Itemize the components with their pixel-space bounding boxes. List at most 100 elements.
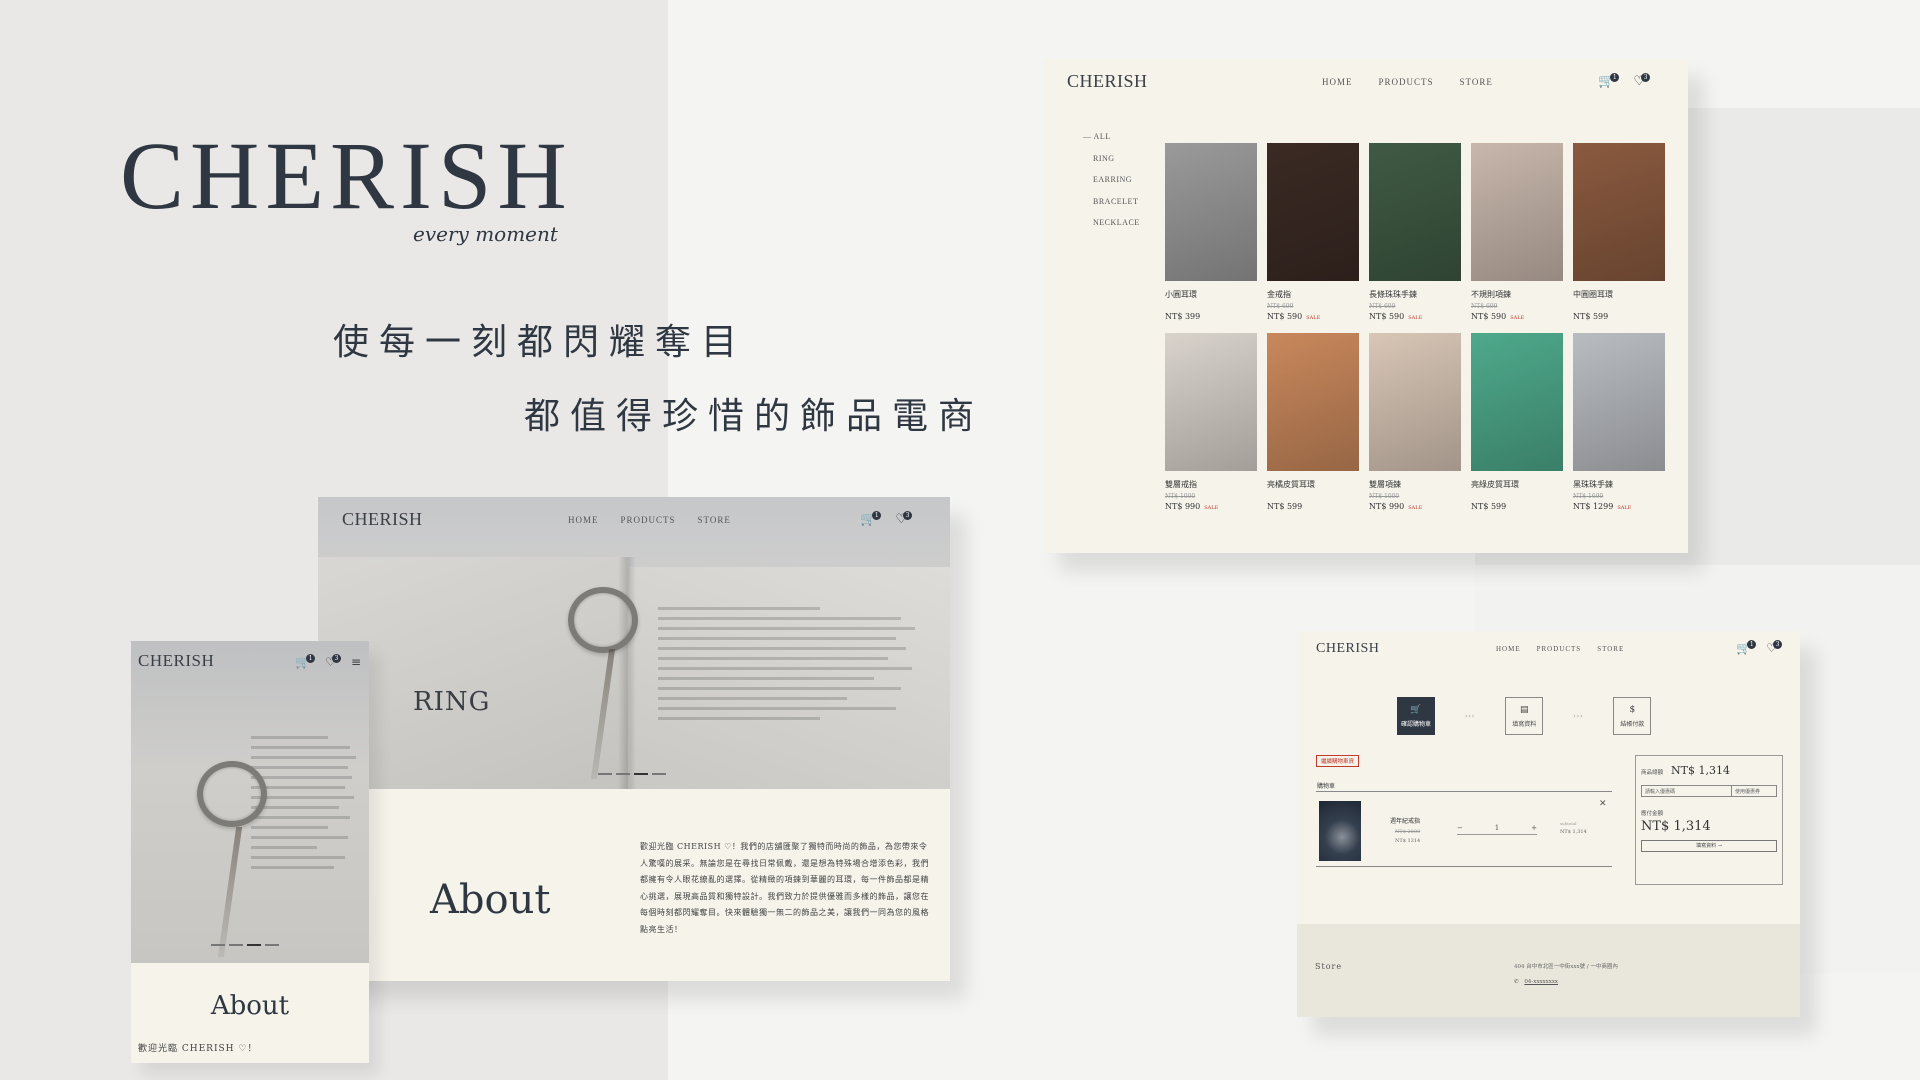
cart-item-image[interactable] — [1319, 801, 1361, 861]
nav-products[interactable]: PRODUCTS — [621, 515, 676, 525]
hero-banner — [318, 497, 950, 789]
footer-address: 404 台中市北區一中街xxx號 / 一中商圈內 — [1514, 964, 1618, 970]
carousel-dot[interactable] — [211, 944, 225, 946]
header-logo[interactable]: CHERISH — [1316, 641, 1379, 657]
carousel-dot[interactable] — [265, 944, 279, 946]
carousel-dot-active[interactable] — [247, 944, 261, 946]
nav-home[interactable]: HOME — [568, 515, 599, 525]
step-info[interactable]: ▤ 填寫資料 — [1505, 697, 1544, 735]
carousel-dot-active[interactable] — [634, 773, 648, 775]
product-image[interactable] — [1165, 333, 1257, 471]
product-old-price — [1471, 493, 1563, 501]
checkout-button[interactable]: 填寫資料 → — [1641, 840, 1777, 852]
product-card[interactable]: 雙層戒指 NT$ 1000 NT$ 990 SALE — [1165, 333, 1257, 511]
continue-shopping-tag[interactable]: 繼續購物車資 — [1316, 755, 1360, 767]
product-image[interactable] — [1267, 143, 1359, 281]
cart-icon[interactable]: 🛒1 — [1598, 73, 1623, 89]
product-card[interactable]: 中圓圈耳環 NT$ 599 — [1573, 143, 1665, 321]
cart-badge: 1 — [1610, 73, 1620, 82]
product-card[interactable]: 雙層項鍊 NT$ 1000 NT$ 990 SALE — [1369, 333, 1461, 511]
product-image[interactable] — [1165, 143, 1257, 281]
products-page-mockup: CHERISH HOME PRODUCTS STORE 🛒1 ♡3 — ALL … — [1043, 59, 1688, 553]
remove-item-button[interactable]: ✕ — [1599, 799, 1607, 809]
phone-link[interactable]: 04-xxxxxxxx — [1524, 979, 1558, 985]
carousel-dot[interactable] — [229, 944, 243, 946]
product-image[interactable] — [1573, 143, 1665, 281]
qty-plus-button[interactable]: + — [1531, 824, 1537, 832]
nav-home[interactable]: HOME — [1496, 645, 1521, 653]
product-old-price: NT$ 1000 — [1369, 493, 1400, 500]
coupon-input[interactable]: 請輸入優惠碼 — [1642, 786, 1732, 796]
cart-icon[interactable]: 🛒1 — [295, 654, 319, 669]
about-title: About — [210, 991, 290, 1021]
product-image[interactable] — [1267, 333, 1359, 471]
menu-icon[interactable]: ≡ — [351, 655, 361, 669]
step-payment[interactable]: $ 結帳付款 — [1613, 697, 1652, 735]
product-old-price: NT$ 1000 — [1165, 493, 1196, 500]
wishlist-icon[interactable]: ♡3 — [1766, 640, 1786, 655]
wishlist-icon[interactable]: ♡3 — [895, 511, 916, 527]
qty-minus-button[interactable]: − — [1457, 824, 1463, 832]
product-name[interactable]: 亮橘皮質耳環 — [1267, 479, 1359, 491]
products-header: CHERISH HOME PRODUCTS STORE 🛒1 ♡3 — [1067, 71, 1668, 101]
qty-value[interactable]: 1 — [1495, 824, 1499, 832]
apply-coupon-button[interactable]: 使用優惠券 — [1732, 786, 1776, 796]
ring-shadow — [217, 827, 243, 957]
category-necklace[interactable]: NECKLACE — [1083, 212, 1140, 234]
product-card[interactable]: 金戒指 NT$ 699 NT$ 590 SALE — [1267, 143, 1359, 321]
mobile-hero-banner — [131, 641, 369, 963]
wishlist-icon[interactable]: ♡3 — [325, 654, 345, 669]
category-ring[interactable]: RING — [1083, 148, 1140, 170]
product-image[interactable] — [1573, 333, 1665, 471]
step-cart[interactable]: 🛒 確認購物車 — [1397, 697, 1435, 735]
subtotal-label: subtotal — [1560, 821, 1577, 826]
product-name[interactable]: 雙層項鍊 — [1369, 479, 1461, 491]
product-name[interactable]: 雙層戒指 — [1165, 479, 1257, 491]
carousel-dot[interactable] — [598, 773, 612, 775]
product-price: NT$ 990 — [1165, 502, 1201, 511]
nav-products[interactable]: PRODUCTS — [1379, 77, 1434, 87]
carousel-dot[interactable] — [616, 773, 630, 775]
product-card[interactable]: 長條珠珠手鍊 NT$ 699 NT$ 590 SALE — [1369, 143, 1461, 321]
cart-icon[interactable]: 🛒1 — [1736, 640, 1760, 655]
product-card[interactable]: 亮橘皮質耳環 NT$ 599 — [1267, 333, 1359, 511]
carousel-dot[interactable] — [652, 773, 666, 775]
category-bracelet[interactable]: BRACELET — [1083, 191, 1140, 213]
nav-store[interactable]: STORE — [1460, 77, 1493, 87]
product-name[interactable]: 中圓圈耳環 — [1573, 289, 1665, 301]
product-name[interactable]: 金戒指 — [1267, 289, 1359, 301]
wishlist-icon[interactable]: ♡3 — [1633, 73, 1654, 89]
header-logo[interactable]: CHERISH — [342, 509, 423, 530]
product-card[interactable]: 亮綠皮質耳環 NT$ 599 — [1471, 333, 1563, 511]
product-old-price: NT$ 1699 — [1573, 493, 1604, 500]
cart-icon[interactable]: 🛒1 — [860, 511, 885, 527]
goods-total-row: 商品總額 NT$ 1,314 — [1641, 764, 1777, 777]
header-icons: 🛒1 ♡3 — [860, 511, 916, 527]
product-name[interactable]: 不規則項鍊 — [1471, 289, 1563, 301]
nav-home[interactable]: HOME — [1322, 77, 1353, 87]
step-label: 結帳付款 — [1620, 720, 1645, 728]
category-earring[interactable]: EARRING — [1083, 169, 1140, 191]
product-image[interactable] — [1369, 333, 1461, 471]
product-image[interactable] — [1471, 333, 1563, 471]
product-price: NT$ 990 — [1369, 502, 1405, 511]
product-price-row: NT$ 590 SALE — [1267, 312, 1359, 321]
category-all[interactable]: — ALL — [1083, 126, 1140, 148]
header-logo[interactable]: CHERISH — [1067, 71, 1148, 92]
product-card[interactable]: 小圓耳環 NT$ 399 — [1165, 143, 1257, 321]
product-name[interactable]: 長條珠珠手鍊 — [1369, 289, 1461, 301]
nav-store[interactable]: STORE — [1597, 645, 1624, 653]
product-card[interactable]: 黑珠珠手鍊 NT$ 1699 NT$ 1299 SALE — [1573, 333, 1665, 511]
product-card[interactable]: 不規則項鍊 NT$ 699 NT$ 590 SALE — [1471, 143, 1563, 321]
about-body: 歡迎光臨 CHERISH ♡！我們的店舖匯聚了獨特而時尚的飾品，為您帶來令人驚嘆… — [640, 842, 929, 934]
sale-badge: SALE — [1204, 505, 1219, 511]
product-name[interactable]: 小圓耳環 — [1165, 289, 1257, 301]
nav-products[interactable]: PRODUCTS — [1537, 645, 1582, 653]
header-logo[interactable]: CHERISH — [138, 651, 214, 671]
product-name[interactable]: 亮綠皮質耳環 — [1471, 479, 1563, 491]
nav-store[interactable]: STORE — [698, 515, 731, 525]
product-image[interactable] — [1369, 143, 1461, 281]
product-name[interactable]: 黑珠珠手鍊 — [1573, 479, 1665, 491]
wishlist-badge: 3 — [331, 654, 341, 663]
product-image[interactable] — [1471, 143, 1563, 281]
